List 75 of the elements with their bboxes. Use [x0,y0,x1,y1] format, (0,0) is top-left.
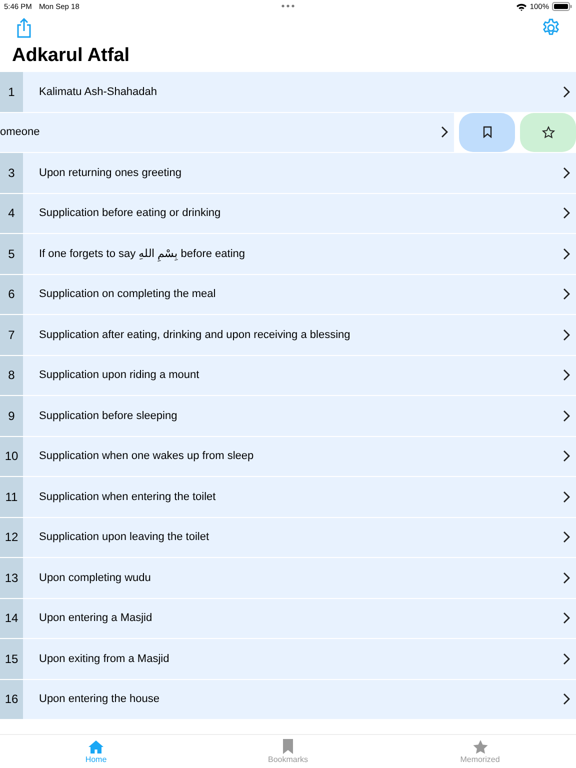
list-item[interactable]: 6 Supplication on completing the meal [0,274,576,314]
chevron-icon [563,450,570,462]
list-item[interactable]: 1 Kalimatu Ash-Shahadah [0,72,576,112]
chevron-icon [563,652,570,665]
item-title: Supplication after eating, drinking and upon receiving a blessing [39,328,352,341]
list-item[interactable]: 14 Upon entering a Masjid [0,598,576,638]
item-number: 12 [0,518,23,557]
share-icon[interactable] [16,18,32,38]
chevron-icon [563,86,570,98]
list-item[interactable]: 9 Supplication before sleeping [0,396,576,436]
chevron-icon [563,328,570,341]
list-item[interactable]: 4 Supplication before eating or drinking [0,194,576,233]
page-title: Adkarul Atfal [11,44,131,68]
item-number: 1 [0,72,23,112]
house-icon [88,740,104,754]
item-number: 7 [0,315,23,354]
settings-icon[interactable] [541,18,561,38]
list-item[interactable]: 13 Upon completing wudu [0,558,576,598]
wifi-icon [516,2,527,10]
item-title: Supplication upon leaving the toilet [39,531,210,544]
chevron-icon [441,126,448,138]
multitasking-dots-icon[interactable] [281,4,295,8]
item-title: Supplication before eating or drinking [39,207,222,220]
bookmark-icon [482,126,492,138]
item-title: If one forgets to say بِسْمِ اللهِ before eating [39,247,246,260]
chevron-icon [563,248,570,260]
chevron-icon [563,490,570,503]
list-item[interactable]: omeone [0,112,454,152]
list-item[interactable]: 7 Supplication after eating, drinking and upon receiving a blessing [0,315,576,354]
item-number: 11 [0,477,23,516]
list-item[interactable]: 3 Upon returning ones greeting [0,153,576,192]
item-number: 4 [0,194,23,233]
list-item[interactable]: 10 Supplication when one wakes up from sleep [0,436,576,476]
item-number: 6 [0,274,23,314]
chevron-icon [563,531,570,544]
item-title: Supplication when one wakes up from sleep [39,450,255,462]
chevron-icon [563,207,570,220]
star-icon [542,126,554,139]
bookmark-action-button[interactable] [459,112,515,152]
list-item[interactable]: 8 Supplication upon riding a mount [0,356,576,395]
chevron-icon [563,288,570,300]
item-title: Upon completing wudu [39,572,152,584]
item-title: Supplication before sleeping [39,410,178,422]
chevron-icon [563,410,570,422]
item-number: 15 [0,639,23,678]
item-number: 8 [0,356,23,395]
chevron-icon [563,612,570,624]
item-number: 14 [0,598,23,638]
item-number: 3 [0,153,23,192]
list-item[interactable]: 11 Supplication when entering the toilet [0,477,576,516]
item-title: Upon returning ones greeting [39,166,182,179]
battery-icon [552,2,572,11]
chevron-icon [563,572,570,584]
list-item[interactable]: 12 Supplication upon leaving the toilet [0,518,576,557]
item-number: 10 [0,436,23,476]
item-title: omeone [0,126,41,138]
bookmark-icon [283,739,293,754]
item-title: Supplication when entering the toilet [39,490,217,503]
item-title: Supplication on completing the meal [39,288,217,300]
item-title: Kalimatu Ash-Shahadah [39,86,158,98]
chevron-icon [563,166,570,179]
chevron-icon [563,693,570,706]
item-number: 13 [0,558,23,598]
memorize-action-button[interactable] [520,112,576,152]
item-number: 16 [0,680,23,719]
star-icon [472,740,488,754]
chevron-icon [563,369,570,382]
item-title: Upon exiting from a Masjid [39,652,170,665]
item-title: Upon entering a Masjid [39,612,154,624]
item-number: 5 [0,234,23,274]
list-item[interactable]: 15 Upon exiting from a Masjid [0,639,576,678]
item-title: Supplication upon riding a mount [39,369,200,382]
item-number: 9 [0,396,23,436]
item-title: Upon entering the house [39,693,160,706]
list-item[interactable]: 16 Upon entering the house [0,680,576,719]
